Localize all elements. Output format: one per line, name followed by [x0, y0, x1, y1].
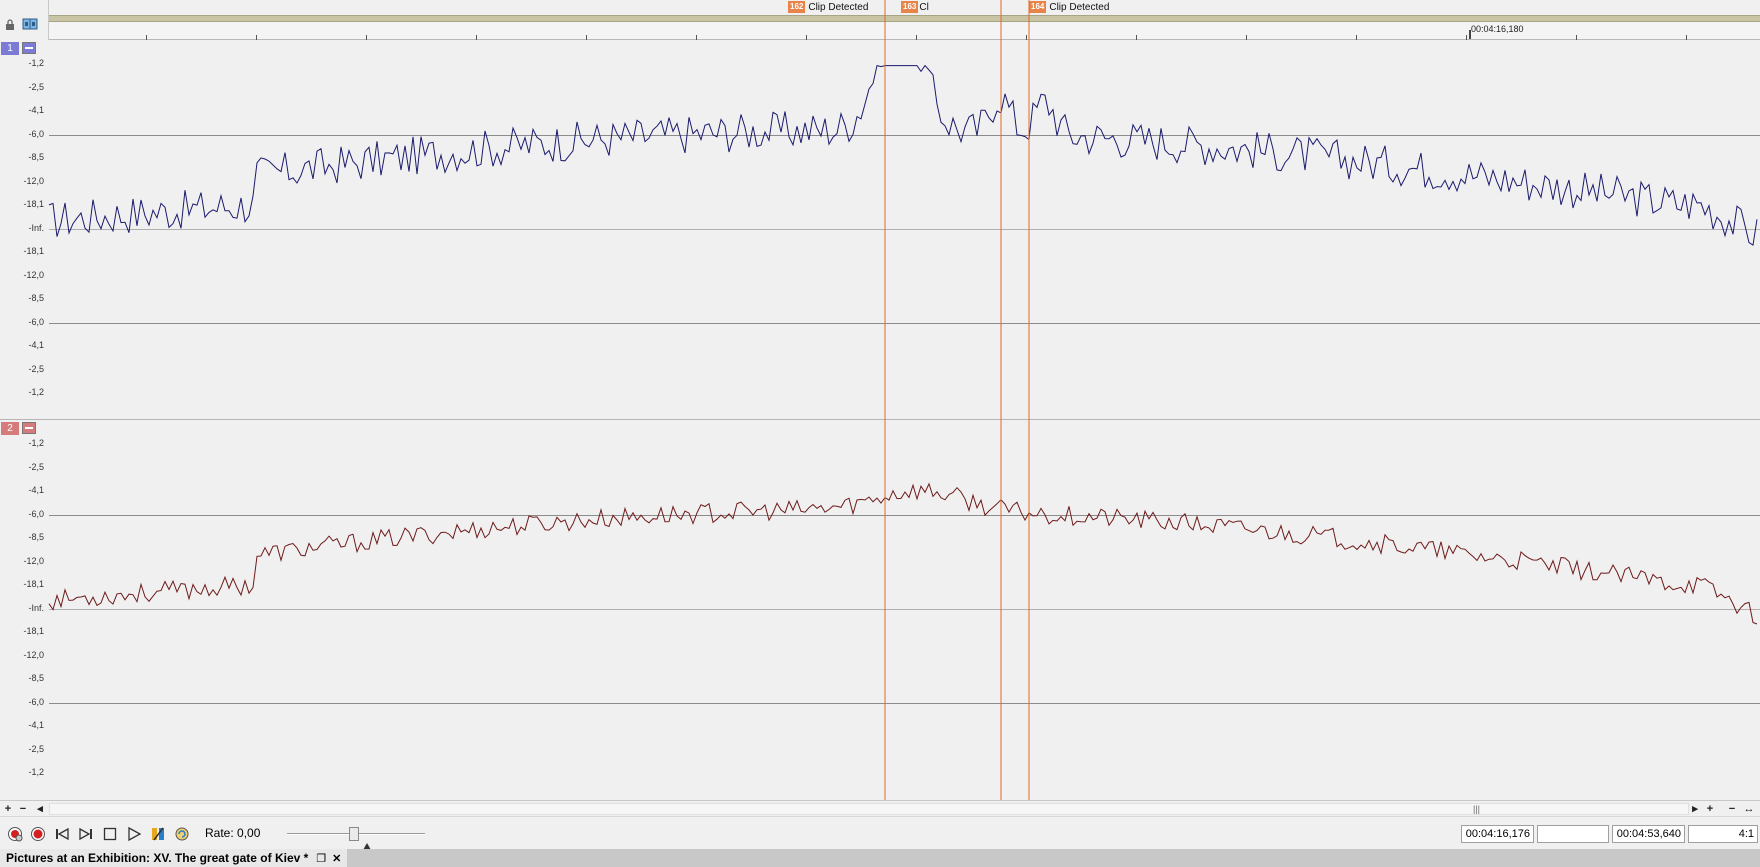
go-to-end-icon[interactable]: [77, 825, 95, 843]
zoom-ratio-field[interactable]: 4:1: [1688, 825, 1758, 843]
rate-label: Rate: 0,00: [205, 826, 261, 840]
go-to-start-icon[interactable]: [53, 825, 71, 843]
selection-length-field[interactable]: 00:04:53,640: [1612, 825, 1685, 843]
transport-bar: Rate: 0,00 00:04:16,176 00:04:53,640 4:1: [0, 816, 1760, 850]
selection-end-field[interactable]: [1537, 825, 1609, 843]
document-tab[interactable]: Pictures at an Exhibition: XV. The great…: [0, 849, 348, 867]
close-icon[interactable]: ✕: [332, 852, 341, 865]
channel-1-waveform: [48, 64, 1758, 246]
record-options-icon[interactable]: [6, 825, 24, 843]
scroll-left-arrow-icon[interactable]: ◂: [33, 802, 47, 816]
horizontal-scrollbar[interactable]: + − ◂ ||| ▸ + − ↔: [0, 800, 1760, 816]
selection-start-field[interactable]: 00:04:16,176: [1461, 825, 1534, 843]
scroll-thumb-grip-icon[interactable]: |||: [1473, 804, 1480, 814]
zoom-in-vertical-button[interactable]: +: [1, 802, 15, 816]
document-title: Pictures at an Exhibition: XV. The great…: [6, 851, 309, 865]
zoom-fit-icon[interactable]: ↔: [1742, 802, 1756, 816]
waveform-view[interactable]: [0, 0, 1760, 800]
rate-slider[interactable]: [287, 827, 425, 850]
stop-icon[interactable]: [101, 825, 119, 843]
zoom-out-button[interactable]: −: [1725, 802, 1739, 816]
channel-2-waveform: [48, 482, 1758, 625]
document-tab-bar: Pictures at an Exhibition: XV. The great…: [0, 849, 1760, 867]
play-icon[interactable]: [125, 825, 143, 843]
loop-playback-icon[interactable]: [173, 825, 191, 843]
rate-slider-thumb[interactable]: [349, 827, 359, 841]
zoom-out-vertical-button[interactable]: −: [16, 802, 30, 816]
zoom-in-button[interactable]: +: [1703, 802, 1717, 816]
play-all-icon[interactable]: [149, 825, 167, 843]
wave-editor-window: 162 Clip Detected 163 Cl 164 Clip Detect…: [0, 0, 1760, 867]
record-icon[interactable]: [29, 825, 47, 843]
restore-window-icon[interactable]: ❐: [316, 852, 326, 865]
scroll-right-arrow-icon[interactable]: ▸: [1688, 802, 1702, 816]
scroll-track[interactable]: [49, 803, 1689, 815]
